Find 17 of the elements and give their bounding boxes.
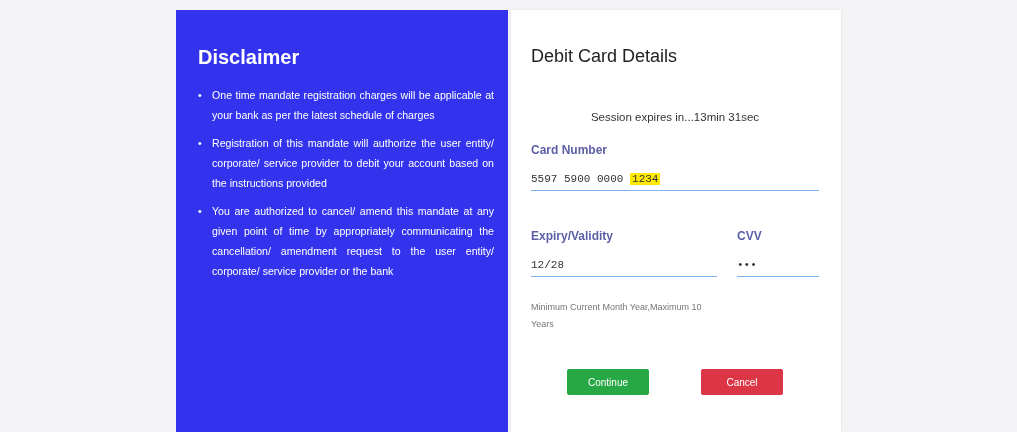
field-label: CVV <box>737 229 763 243</box>
field-label: Card Number <box>531 143 608 157</box>
disclaimer-title: Disclaimer <box>198 46 301 69</box>
disclaimer-point: Registration of this mandate will authorize the user entity/ corporate/ service provider to debit your account based on the instructions provided <box>212 136 494 191</box>
disclaimer-point: You are authorized to cancel/ amend this mandate at any given point of time by appropriately communicating the cancellation/ amendment request to the user entity/ corporate/ service provider or the bank <box>212 204 494 279</box>
cancel-button[interactable]: Cancel <box>701 369 783 395</box>
card-number-field[interactable]: 5597 5900 0000 1234 <box>531 173 819 191</box>
bullet-mark: • <box>198 136 203 151</box>
disclaimer-point: One time mandate registration charges will be applicable at your bank as per the latest schedule of charges <box>212 88 494 123</box>
expiry-hint: Minimum Current Month Year,Maximum 10 Years <box>531 301 703 331</box>
bullet-mark: • <box>198 88 203 103</box>
cvv-field[interactable]: ••• <box>737 259 819 277</box>
bullet-mark: • <box>198 204 203 219</box>
form-title: Debit Card Details <box>531 46 679 67</box>
session-timer: Session expires in...13min 31sec <box>589 111 761 123</box>
field-label: Expiry/Validity <box>531 229 615 243</box>
expiry-field[interactable]: 12/28 <box>531 259 717 277</box>
